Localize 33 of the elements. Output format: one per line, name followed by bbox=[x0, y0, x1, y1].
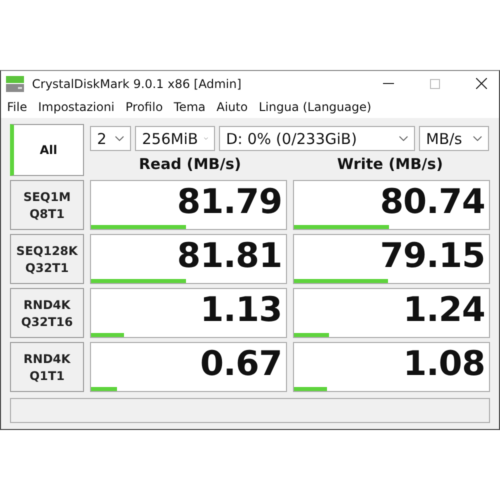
menu-item[interactable]: Tema bbox=[174, 100, 206, 114]
drive-icon bbox=[6, 76, 24, 92]
menu-item[interactable]: Profilo bbox=[126, 100, 163, 114]
column-header: Read (MB/s) bbox=[138, 154, 242, 172]
menu-item[interactable]: Aiuto bbox=[216, 100, 248, 114]
window-title: CrystalDiskMark 9.0.1 x86 [Admin] bbox=[32, 76, 242, 90]
caret-icon bbox=[115, 136, 124, 141]
close-icon[interactable] bbox=[476, 78, 487, 89]
result-value: 81.81 bbox=[176, 236, 282, 276]
menu-item[interactable]: Lingua (Language) bbox=[258, 100, 372, 114]
column-header: Write (MB/s) bbox=[336, 154, 444, 172]
result-value: 79.15 bbox=[380, 236, 485, 276]
menu-item[interactable]: File bbox=[7, 100, 28, 114]
maximize-icon[interactable] bbox=[430, 78, 440, 88]
test-button[interactable]: SEQ1M Q8T1 bbox=[10, 180, 84, 230]
menu-item[interactable]: Impostazioni bbox=[38, 100, 115, 114]
dropdown[interactable]: MB/s bbox=[419, 126, 489, 151]
test-button[interactable]: RND4K Q32T16 bbox=[10, 288, 84, 338]
dropdown[interactable]: 2 bbox=[90, 126, 131, 151]
result-value: 80.74 bbox=[380, 182, 485, 222]
all-button[interactable]: All bbox=[10, 124, 84, 176]
result-value: 1.08 bbox=[403, 344, 485, 384]
caret-icon bbox=[399, 136, 408, 141]
result-value: 81.79 bbox=[176, 182, 282, 222]
minimize-icon[interactable] bbox=[383, 83, 394, 84]
result-value: 1.24 bbox=[403, 290, 485, 330]
caret-icon bbox=[473, 136, 482, 141]
dropdown[interactable]: 256MiB bbox=[135, 126, 215, 151]
test-button[interactable]: RND4K Q1T1 bbox=[10, 342, 84, 392]
result-value: 0.67 bbox=[200, 344, 282, 384]
test-button[interactable]: SEQ128K Q32T1 bbox=[10, 234, 84, 284]
dropdown[interactable]: D: 0% (0/233GiB) bbox=[219, 126, 415, 151]
result-value: 1.13 bbox=[200, 290, 282, 330]
